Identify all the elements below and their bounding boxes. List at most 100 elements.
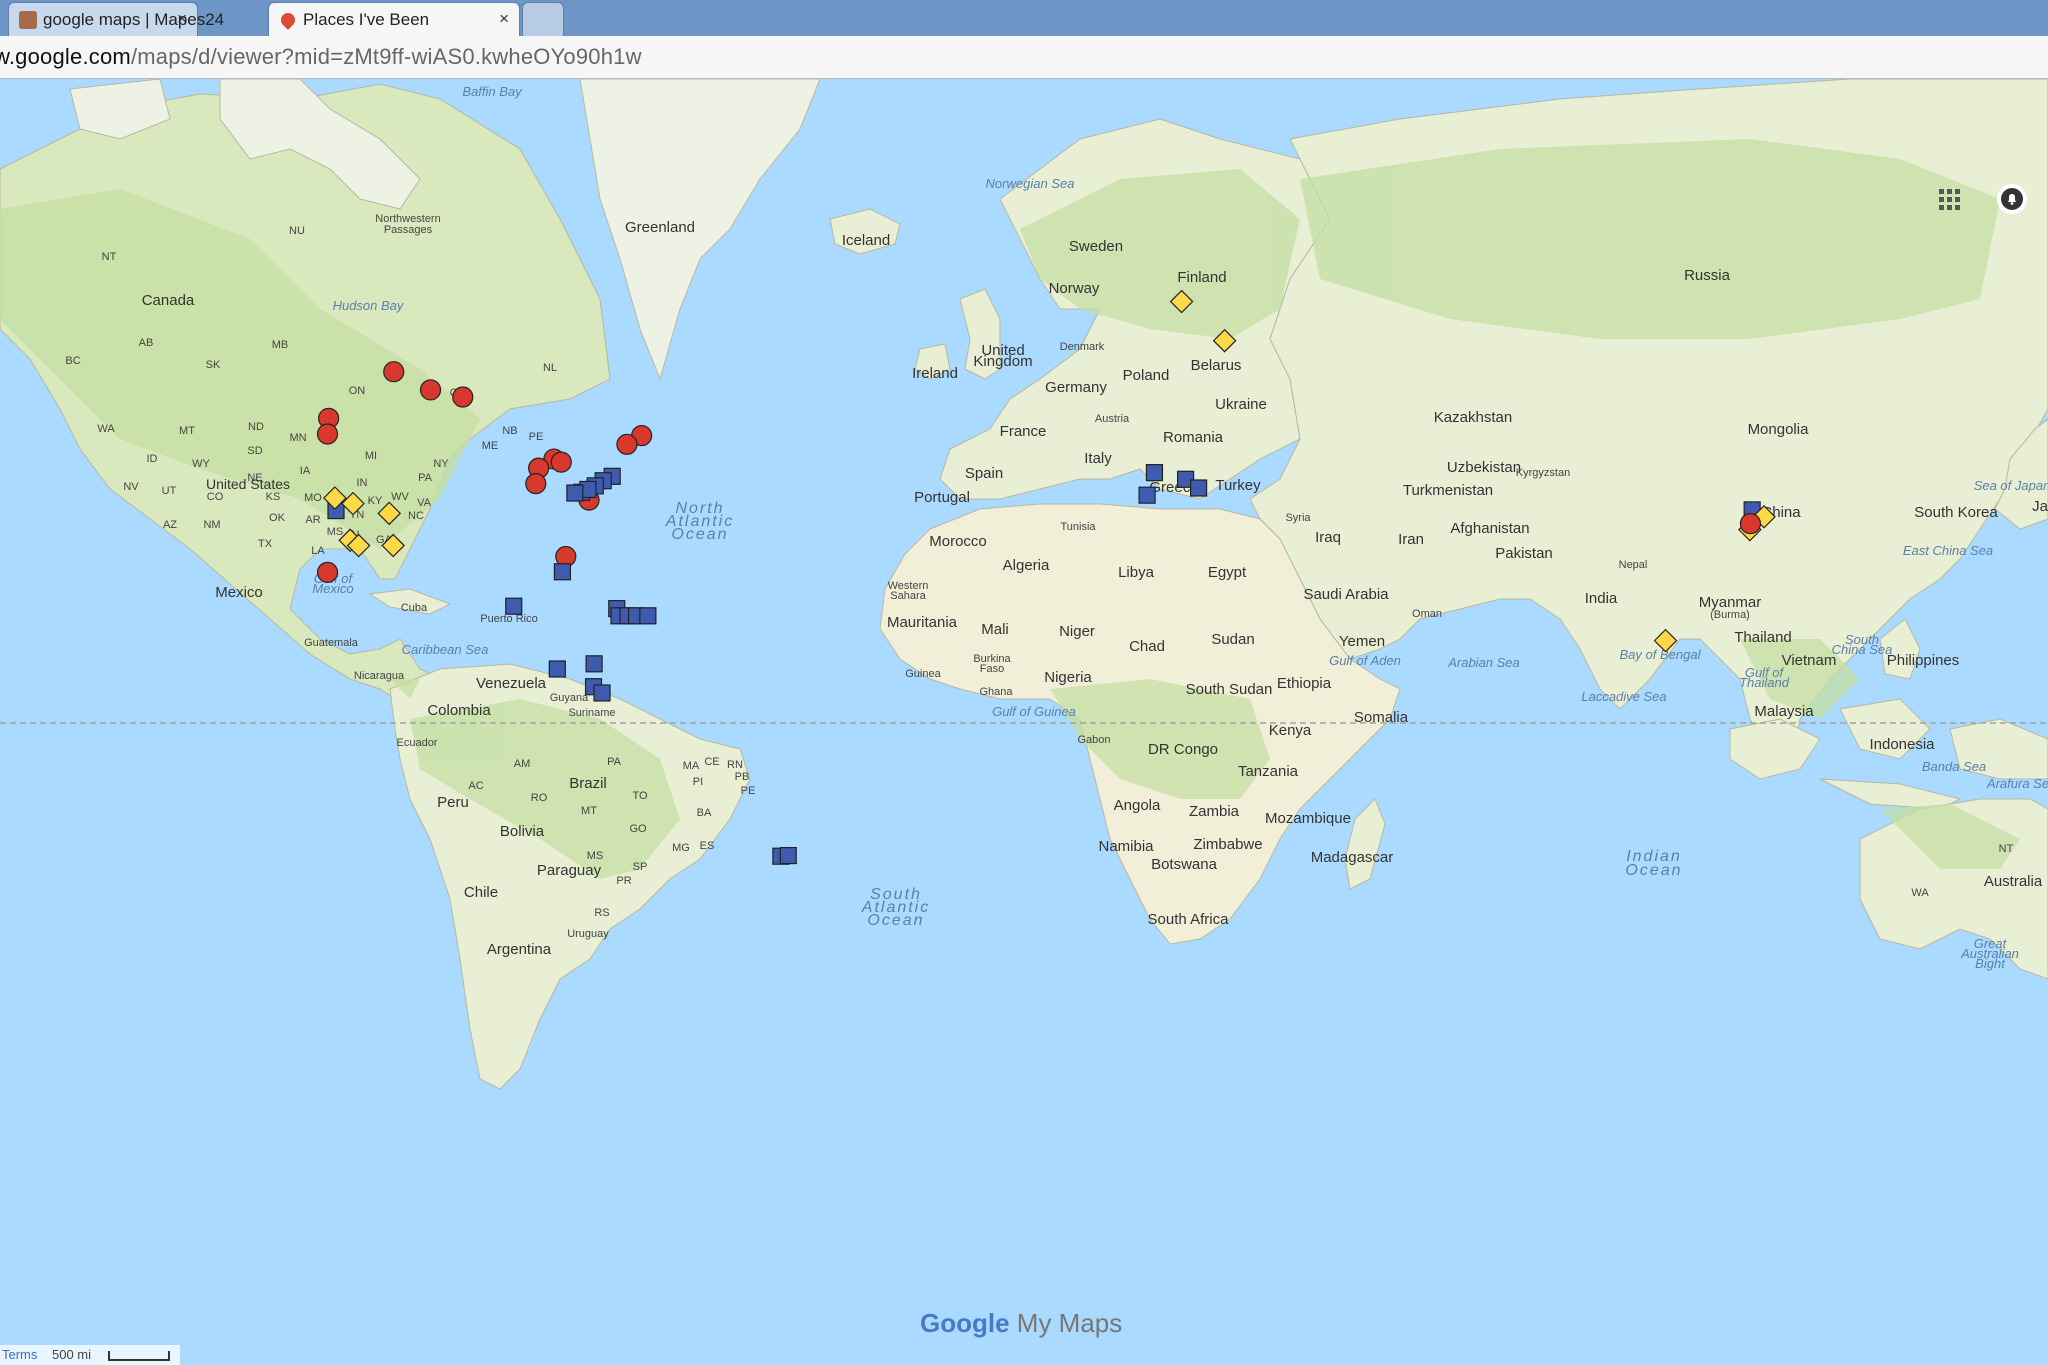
tab-title: google maps | Mapes24 [43, 10, 225, 29]
map-label: Mali [981, 621, 1009, 638]
map-label: Greenland [625, 219, 695, 236]
map-label: South Africa [1148, 911, 1230, 928]
map-label: UT [162, 485, 177, 497]
new-tab-button[interactable] [522, 2, 564, 36]
map-label: NM [203, 519, 220, 531]
map-label: RS [594, 907, 609, 919]
map-label: Laccadive Sea [1581, 689, 1666, 704]
tab-mapes24[interactable]: google maps | Mapes24 × [8, 2, 224, 36]
map-label: Botswana [1151, 856, 1218, 873]
map-label: Portugal [914, 489, 970, 506]
red-circle-marker[interactable] [616, 433, 638, 455]
blue-square-marker[interactable] [639, 607, 657, 625]
blue-square-marker[interactable] [548, 660, 566, 678]
map-label: Saudi Arabia [1303, 586, 1389, 603]
map-label: DR Congo [1148, 741, 1218, 758]
map-label: PR [616, 875, 631, 887]
map-label: NT [102, 251, 117, 263]
red-circle-marker[interactable] [419, 379, 442, 401]
my-maps-text: My Maps [1016, 1308, 1123, 1338]
map-label: NT [1999, 843, 2014, 855]
map-label: AC [468, 780, 483, 792]
map-label: MT [581, 805, 597, 817]
blue-square-marker[interactable] [553, 563, 572, 581]
map-label: Kingdom [973, 353, 1032, 370]
red-circle-marker[interactable] [550, 451, 572, 473]
map-label: TO [632, 790, 648, 802]
map-label: France [1000, 423, 1047, 440]
apps-grid-icon[interactable] [1938, 188, 1962, 212]
map-canvas[interactable]: Baffin Bay Greenland Iceland Norwegian Sea N… [0, 79, 2048, 1365]
map-label: Madagascar [1311, 849, 1394, 866]
blue-square-marker[interactable] [1138, 486, 1156, 504]
map-label: BC [65, 355, 80, 367]
blue-square-marker[interactable] [779, 846, 797, 865]
close-icon[interactable]: × [499, 9, 509, 29]
map-label: SD [247, 445, 262, 457]
red-circle-marker[interactable] [316, 423, 339, 445]
map-label: Pakistan [1495, 545, 1553, 562]
map-label: Finland [1177, 269, 1226, 286]
scale-label: 500 mi [52, 1347, 92, 1362]
map-label: Poland [1123, 367, 1170, 384]
map-label: MB [272, 339, 289, 351]
map-label: Mongolia [1748, 421, 1810, 438]
map-label: Ecuador [397, 737, 438, 749]
notification-bell-icon[interactable] [1997, 184, 2027, 214]
map-label: LA [311, 545, 325, 557]
map-label: NY [433, 458, 449, 470]
tab-places-ive-been[interactable]: Places I've Been × [268, 2, 520, 36]
map-label: Nepal [1619, 559, 1648, 571]
map-label: NL [543, 362, 557, 374]
map-label: Mauritania [887, 614, 958, 631]
map-label: Malaysia [1754, 703, 1814, 720]
map-label: Angola [1114, 797, 1161, 814]
map-label: TX [258, 538, 273, 550]
map-label: China Sea [1832, 642, 1893, 657]
map-label: ON [349, 385, 366, 397]
terms-link[interactable]: Terms [2, 1347, 37, 1362]
close-icon[interactable]: × [177, 9, 187, 29]
red-circle-marker[interactable] [525, 473, 547, 495]
blue-square-marker[interactable] [566, 484, 584, 502]
red-circle-marker[interactable] [452, 386, 474, 408]
map-label: AR [305, 514, 320, 526]
map-label: (Burma) [1710, 609, 1750, 621]
red-circle-marker[interactable] [383, 361, 405, 383]
map-label: Philippines [1887, 652, 1960, 669]
map-label: Passages [384, 224, 433, 236]
map-label: BA [697, 807, 712, 819]
blue-square-marker[interactable] [585, 655, 603, 673]
map-label: Australia [1984, 873, 2043, 890]
map-label: Indonesia [1869, 736, 1935, 753]
map-label: Mozambique [1265, 810, 1351, 827]
blue-square-marker[interactable] [505, 597, 523, 615]
map-pin-favicon-icon [278, 10, 298, 30]
google-my-maps-logo: Google My Maps [920, 1308, 1122, 1339]
blue-square-marker[interactable] [1189, 479, 1208, 497]
map-label: Baffin Bay [462, 84, 523, 99]
map-label: Guinea [905, 668, 941, 680]
world-map[interactable]: Baffin Bay Greenland Iceland Norwegian Sea N… [0, 79, 2048, 1365]
map-label: Brazil [569, 775, 607, 792]
map-label: Vietnam [1782, 652, 1837, 669]
map-label: Suriname [568, 707, 615, 719]
map-label: Arabian Sea [1447, 655, 1520, 670]
blue-square-marker[interactable] [1145, 464, 1164, 482]
red-circle-marker[interactable] [316, 561, 339, 583]
map-label: MG [672, 842, 690, 854]
map-label: AZ [163, 519, 177, 531]
map-label: WA [1911, 887, 1929, 899]
url-text[interactable]: w.google.com/maps/d/viewer?mid=zMt9ff-wi… [0, 44, 642, 70]
map-label: IA [300, 465, 311, 477]
red-circle-marker[interactable] [1739, 512, 1762, 535]
map-label: Kenya [1269, 722, 1312, 739]
map-label: Oman [1412, 608, 1442, 620]
blue-square-marker[interactable] [593, 684, 611, 702]
map-label: Colombia [427, 702, 491, 719]
map-label: Nicaragua [354, 670, 405, 682]
address-bar[interactable]: w.google.com/maps/d/viewer?mid=zMt9ff-wi… [0, 36, 2048, 79]
map-label: PE [741, 785, 756, 797]
map-label: AB [139, 337, 154, 349]
map-label: Yemen [1339, 633, 1385, 650]
